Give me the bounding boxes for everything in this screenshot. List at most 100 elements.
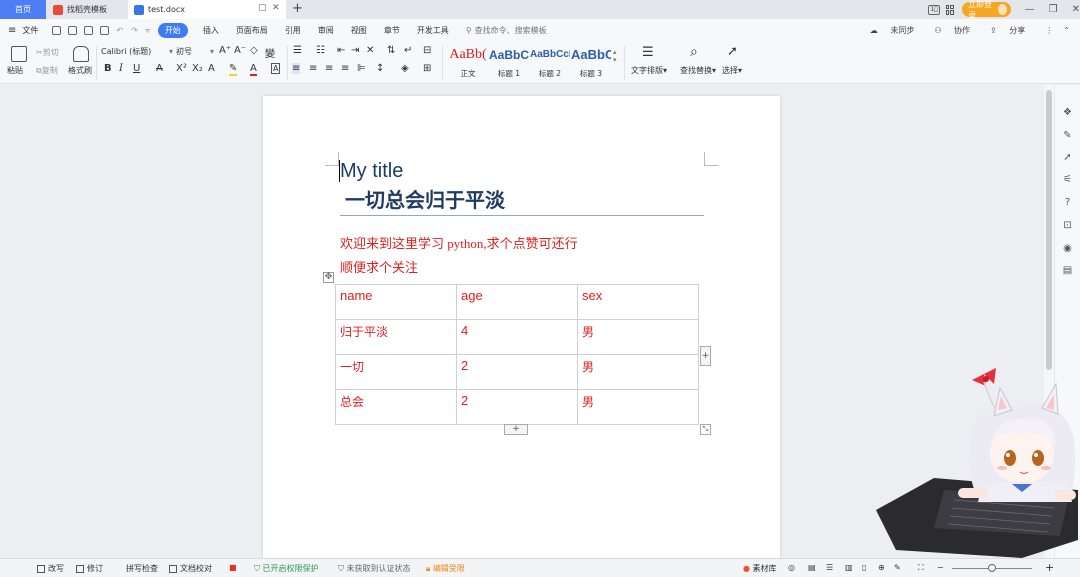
style-heading-3[interactable]: AaBbC 标题 3 bbox=[571, 46, 611, 79]
menu-file[interactable]: 文件 bbox=[22, 25, 38, 36]
bullet-list-icon[interactable]: ☰ bbox=[293, 45, 302, 56]
table-header-cell[interactable]: age bbox=[456, 284, 578, 320]
zoom-out-icon[interactable]: − bbox=[937, 563, 944, 572]
shrink-font-icon[interactable]: A⁻ bbox=[234, 45, 246, 56]
phonetic-guide-icon[interactable]: 變 bbox=[265, 45, 275, 60]
minimize-icon[interactable]: — bbox=[1025, 4, 1035, 15]
superscript-icon[interactable]: X² bbox=[176, 63, 187, 74]
add-column-button[interactable]: + bbox=[700, 346, 711, 366]
web-view-icon[interactable]: ⊕ bbox=[878, 563, 885, 572]
spell-check-button[interactable]: 拼写检查 bbox=[126, 563, 158, 574]
distributed-icon[interactable]: ⊫ bbox=[357, 63, 366, 74]
fit-page-icon[interactable]: ⛶ bbox=[918, 563, 924, 573]
doc-proofread-button[interactable]: 文档校对 bbox=[169, 563, 212, 574]
table-cell[interactable]: 2 bbox=[456, 354, 578, 390]
login-button[interactable]: 立即登录 bbox=[962, 0, 1011, 20]
menu-tab-insert[interactable]: 插入 bbox=[203, 25, 219, 36]
edit-restricted-status[interactable]: 🔒︎ 编辑受限 bbox=[426, 563, 465, 574]
undo-icon[interactable]: ↶ bbox=[116, 26, 123, 35]
table-header-cell[interactable]: name bbox=[335, 284, 457, 320]
print-preview-icon[interactable] bbox=[100, 26, 110, 35]
table-cell[interactable]: 归于平淡 bbox=[335, 319, 457, 355]
decrease-indent-icon[interactable]: ⇤ bbox=[337, 45, 345, 56]
eye-protect-icon[interactable]: ◎ bbox=[788, 563, 795, 572]
shading-icon[interactable]: ◈ bbox=[401, 63, 409, 74]
table-cell[interactable]: 男 bbox=[577, 319, 699, 355]
justify-icon[interactable]: ≡ bbox=[341, 63, 349, 74]
overwrite-mode-toggle[interactable]: 改写 bbox=[37, 563, 64, 574]
font-color-icon[interactable]: A bbox=[250, 63, 257, 76]
table-cell[interactable]: 2 bbox=[456, 389, 578, 425]
find-replace-button[interactable]: 查找替换▾ bbox=[680, 65, 716, 76]
styles-scroll-icon[interactable]: ▴ ▾ bbox=[613, 48, 617, 64]
line-spacing-icon[interactable]: ↕ bbox=[376, 63, 384, 74]
apps-grid-icon[interactable] bbox=[945, 4, 955, 15]
edit-pen-icon[interactable]: ✎ bbox=[1062, 130, 1073, 141]
new-tab-button[interactable]: + bbox=[292, 1, 303, 16]
redo-icon[interactable]: ↷ bbox=[131, 26, 138, 35]
menu-tab-developer[interactable]: 开发工具 bbox=[417, 25, 449, 36]
cursor-select-icon[interactable]: ➚ bbox=[727, 44, 738, 59]
copy-button[interactable]: ⧉复制 bbox=[36, 65, 58, 76]
help-icon[interactable]: ? bbox=[1062, 197, 1073, 208]
material-library-button[interactable]: ● 素材库 bbox=[743, 563, 777, 574]
paragraph-2[interactable]: 顺便求个关注 bbox=[340, 257, 418, 276]
share-button[interactable]: ⇪ 分享 bbox=[990, 25, 1035, 36]
document-title[interactable]: My title bbox=[340, 160, 403, 183]
zoom-in-icon[interactable]: + bbox=[1045, 561, 1054, 574]
bold-icon[interactable]: B bbox=[104, 63, 112, 74]
paragraph-1[interactable]: 欢迎来到这里学习 python,求个点赞可还行 bbox=[340, 233, 578, 252]
table-cell[interactable]: 总会 bbox=[335, 389, 457, 425]
track-changes-toggle[interactable]: 修订 bbox=[76, 563, 103, 574]
scrollbar-thumb[interactable] bbox=[1046, 90, 1052, 370]
find-icon[interactable]: ⌕ bbox=[690, 44, 698, 60]
menu-tab-section[interactable]: 章节 bbox=[384, 25, 400, 36]
format-painter-icon[interactable] bbox=[73, 46, 89, 62]
tab-restore-icon[interactable]: ▢ bbox=[258, 3, 267, 13]
table-header-cell[interactable]: sex bbox=[577, 284, 699, 320]
permission-protect-status[interactable]: ⛉ 已开启权限保护 bbox=[254, 563, 319, 574]
command-search[interactable]: ⚲ 查找命令、搜索模板 bbox=[466, 25, 547, 36]
clear-format-icon[interactable]: ◇ bbox=[250, 45, 258, 56]
menu-tab-references[interactable]: 引用 bbox=[285, 25, 301, 36]
format-painter-button[interactable]: 格式刷 bbox=[68, 65, 92, 76]
book-view-icon[interactable]: ▯ bbox=[862, 563, 866, 572]
paste-icon[interactable] bbox=[11, 46, 27, 62]
adjust-sliders-icon[interactable]: ⚟ bbox=[1062, 174, 1073, 185]
font-name-select[interactable]: Calibri (标题) ▾ bbox=[101, 45, 173, 58]
style-normal[interactable]: AaBb( 正文 bbox=[448, 46, 488, 79]
table-cell[interactable]: 男 bbox=[577, 354, 699, 390]
menu-tab-view[interactable]: 视图 bbox=[351, 25, 367, 36]
tab-close-icon[interactable]: ✕ bbox=[272, 3, 280, 13]
text-effect-icon[interactable]: A bbox=[208, 63, 215, 74]
close-window-icon[interactable]: ✕ bbox=[1072, 4, 1080, 15]
more-menu-icon[interactable]: ⋮ bbox=[1045, 26, 1053, 35]
outline-view-icon[interactable]: ☰ bbox=[826, 563, 833, 572]
write-mode-icon[interactable]: ✎ bbox=[894, 563, 901, 572]
table-move-handle[interactable]: ✥ bbox=[323, 272, 334, 283]
read-view-icon[interactable]: ▥ bbox=[845, 563, 853, 572]
reading-icon[interactable]: ▤ bbox=[1062, 265, 1073, 276]
underline-icon[interactable]: U bbox=[133, 63, 140, 74]
show-marks-icon[interactable]: ↵ bbox=[404, 45, 412, 56]
location-icon[interactable]: ◉ bbox=[1062, 243, 1073, 254]
menu-tab-home[interactable]: 开始 bbox=[157, 23, 188, 38]
hamburger-icon[interactable]: ≡ bbox=[8, 25, 16, 36]
table-resize-handle[interactable]: ⤡ bbox=[700, 424, 711, 435]
increase-indent-icon[interactable]: ⇥ bbox=[351, 45, 359, 56]
style-pane-icon[interactable]: ❖ bbox=[1062, 107, 1073, 118]
chinese-layout-icon[interactable]: ✕ bbox=[366, 45, 374, 56]
table-cell[interactable]: 4 bbox=[456, 319, 578, 355]
select-button[interactable]: 选择▾ bbox=[722, 65, 742, 76]
align-center-icon[interactable]: ≡ bbox=[309, 63, 317, 74]
export-pdf-icon[interactable] bbox=[68, 26, 78, 35]
numbered-list-icon[interactable]: ☷ bbox=[316, 45, 325, 56]
collab-button[interactable]: ⚇ 协作 bbox=[934, 25, 980, 36]
cut-button[interactable]: ✂剪切 bbox=[36, 47, 59, 58]
record-icon[interactable]: ■ bbox=[229, 563, 237, 572]
page-view-icon[interactable]: ▤ bbox=[808, 563, 816, 572]
restore-icon[interactable]: ❐ bbox=[1049, 4, 1058, 15]
sort-icon[interactable]: ⇅ bbox=[387, 45, 395, 56]
tab-home[interactable]: 首页 bbox=[0, 0, 46, 19]
save-icon[interactable] bbox=[52, 26, 62, 35]
